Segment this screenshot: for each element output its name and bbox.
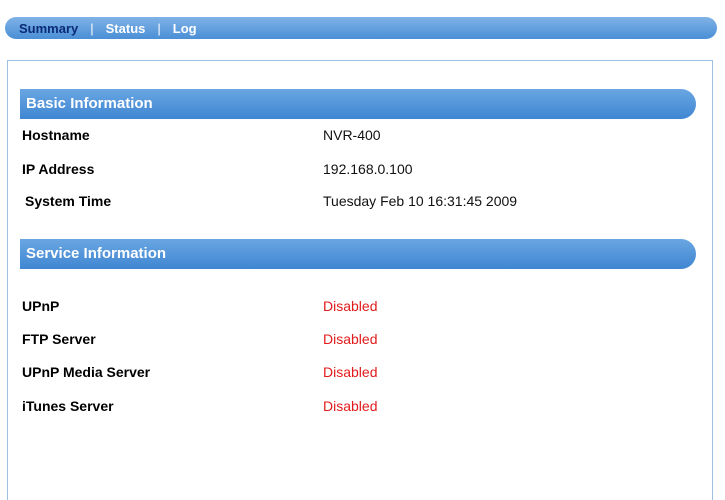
ip-address-value: 192.168.0.100 <box>323 161 413 177</box>
basic-information-header: Basic Information <box>20 89 696 119</box>
hostname-label: Hostname <box>22 127 90 143</box>
summary-panel: Basic Information Hostname NVR-400 IP Ad… <box>7 60 713 500</box>
tab-summary[interactable]: Summary <box>19 21 78 36</box>
tab-separator: | <box>157 20 161 36</box>
ftp-server-label: FTP Server <box>22 331 96 347</box>
itunes-server-label: iTunes Server <box>22 398 114 414</box>
system-time-value: Tuesday Feb 10 16:31:45 2009 <box>323 193 518 209</box>
upnp-media-server-status: Disabled <box>323 364 378 380</box>
tab-log[interactable]: Log <box>173 21 197 36</box>
tab-separator: | <box>90 20 94 36</box>
service-information-header: Service Information <box>20 239 696 269</box>
tab-status[interactable]: Status <box>106 21 146 36</box>
tab-bar: Summary | Status | Log <box>5 17 717 39</box>
upnp-status: Disabled <box>323 298 378 314</box>
itunes-server-status: Disabled <box>323 398 378 414</box>
ftp-server-status: Disabled <box>323 331 378 347</box>
upnp-label: UPnP <box>22 298 60 314</box>
ip-address-label: IP Address <box>22 161 95 177</box>
hostname-value: NVR-400 <box>323 127 381 143</box>
upnp-media-server-label: UPnP Media Server <box>22 364 151 380</box>
system-time-label: System Time <box>25 193 112 209</box>
